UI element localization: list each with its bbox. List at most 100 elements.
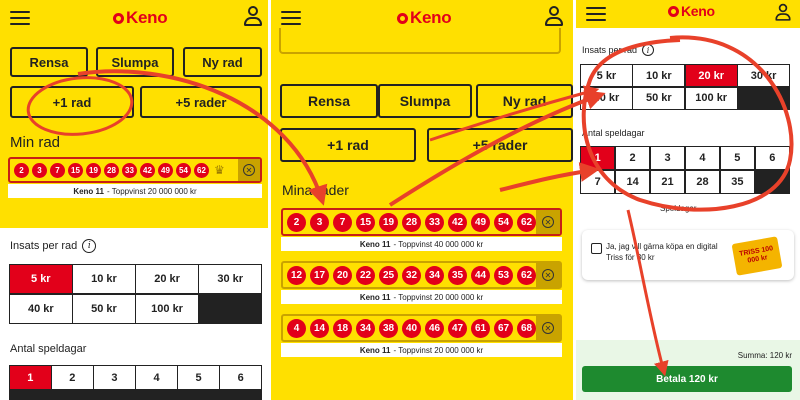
triss-offer-card[interactable]: Ja, jag vill gärna köpa en digital Triss…: [582, 230, 794, 280]
stake-option[interactable]: 30 kr: [199, 265, 261, 294]
stake-option[interactable]: 100 kr: [685, 87, 737, 109]
top-bar: Keno: [576, 0, 800, 28]
day-option[interactable]: 21: [650, 170, 685, 193]
keno-row[interactable]: 2371519283342495462♛✕: [281, 208, 562, 236]
number-ball: 62: [194, 162, 209, 178]
user-icon[interactable]: [244, 6, 262, 30]
row-info: Keno 11- Toppvinst 20 000 000 kr: [281, 343, 562, 357]
info-icon[interactable]: i: [82, 239, 97, 253]
number-ball: 33: [122, 162, 137, 178]
number-ball: 47: [448, 318, 467, 338]
menu-icon[interactable]: [586, 7, 606, 21]
logo-text: Keno: [681, 3, 715, 19]
stake-option[interactable]: 50 kr: [73, 294, 135, 323]
number-ball: 40: [402, 318, 421, 338]
checkout-bar: Summa: 120 kr Betala 120 kr: [576, 340, 800, 400]
remove-row-button[interactable]: ✕: [536, 316, 560, 340]
keno-row[interactable]: 414183438404647616768♛✕: [281, 314, 562, 342]
triss-checkbox[interactable]: [591, 243, 602, 254]
number-ball: 17: [310, 265, 329, 285]
game-name: Keno 11: [359, 345, 391, 355]
user-icon[interactable]: [545, 6, 563, 30]
day-option[interactable]: 35: [720, 170, 755, 193]
stake-option[interactable]: 40 kr: [581, 87, 632, 109]
number-ball: 22: [356, 265, 375, 285]
day-option[interactable]: 14: [615, 170, 650, 193]
day-option[interactable]: 2: [615, 147, 650, 170]
number-ball: 34: [356, 318, 375, 338]
number-ball: 54: [494, 212, 513, 232]
keno-row[interactable]: 1217202225323435445362♛✕: [281, 261, 562, 289]
triss-ticket-image: TRISS 100 000 kr: [731, 236, 783, 276]
day-option[interactable]: 6: [220, 366, 261, 390]
stake-option[interactable]: 5 kr: [581, 65, 632, 87]
day-option[interactable]: 4: [136, 366, 177, 390]
pay-button[interactable]: Betala 120 kr: [582, 366, 792, 392]
days-selector: 1 2 3 4 5 6 7 14 21 28 35: [580, 146, 790, 194]
number-ball: 28: [402, 212, 421, 232]
day-option[interactable]: 3: [650, 147, 685, 170]
new-row-button[interactable]: Ny rad: [476, 84, 573, 118]
number-ball: 42: [448, 212, 467, 232]
add-five-rows-button[interactable]: +5 rader: [427, 128, 573, 162]
random-button[interactable]: Slumpa: [378, 84, 472, 118]
stake-option[interactable]: 30 kr: [738, 65, 789, 87]
stake-option[interactable]: 100 kr: [136, 294, 198, 323]
stake-option[interactable]: 5 kr: [10, 265, 72, 294]
panel-single-row: Keno Rensa Slumpa Ny rad +1 rad +5 rader…: [0, 0, 268, 400]
day-option[interactable]: 1: [10, 366, 51, 390]
stake-option[interactable]: 50 kr: [633, 87, 685, 109]
game-name: Keno 11: [359, 239, 391, 249]
remove-row-button[interactable]: ✕: [238, 159, 260, 181]
day-option[interactable]: 7: [581, 170, 615, 193]
stake-option[interactable]: 20 kr: [136, 265, 198, 294]
clear-button[interactable]: Rensa: [280, 84, 378, 118]
new-row-button[interactable]: Ny rad: [183, 47, 262, 77]
days-selector: 123456: [9, 365, 262, 400]
add-five-rows-button[interactable]: +5 rader: [140, 86, 262, 118]
user-icon[interactable]: [775, 3, 791, 24]
stake-option[interactable]: 10 kr: [73, 265, 135, 294]
menu-icon[interactable]: [281, 11, 301, 25]
number-ball: 2: [287, 212, 306, 232]
number-ball: 3: [32, 162, 47, 178]
keno-logo: Keno: [113, 8, 168, 28]
stake-label: Insats per rad i: [582, 44, 655, 56]
top-prize: - Toppvinst 20 000 000 kr: [393, 345, 484, 355]
keno-row[interactable]: 2 3 7 15 19 28 33 42 49 54 62 ♛ ✕: [8, 157, 262, 183]
number-ball: 25: [379, 265, 398, 285]
keno-logo: Keno: [668, 3, 715, 19]
day-option[interactable]: 2: [52, 366, 93, 390]
day-option[interactable]: 4: [685, 147, 720, 170]
stake-option[interactable]: 20 kr: [685, 65, 737, 87]
info-icon[interactable]: i: [642, 44, 655, 56]
day-option[interactable]: 1: [581, 147, 615, 170]
close-icon: ✕: [542, 322, 554, 334]
day-option[interactable]: 3: [94, 366, 135, 390]
days-label: Antal speldagar: [582, 128, 645, 138]
remove-row-button[interactable]: ✕: [536, 263, 560, 287]
number-ball: 62: [517, 265, 536, 285]
keno-logo: Keno: [397, 8, 452, 28]
number-ball: 46: [425, 318, 444, 338]
number-ball: 62: [517, 212, 536, 232]
number-ball: 28: [104, 162, 119, 178]
day-option[interactable]: 5: [178, 366, 219, 390]
stake-option[interactable]: 10 kr: [633, 65, 685, 87]
clear-button[interactable]: Rensa: [10, 47, 88, 77]
game-name: Keno 11: [359, 292, 391, 302]
number-ball: 53: [494, 265, 513, 285]
stake-option[interactable]: 40 kr: [10, 294, 72, 323]
add-one-row-button[interactable]: +1 rad: [280, 128, 416, 162]
random-button[interactable]: Slumpa: [96, 47, 174, 77]
number-ball: 35: [448, 265, 467, 285]
day-option[interactable]: 28: [685, 170, 720, 193]
row-info: Keno 11- Toppvinst 40 000 000 kr: [281, 237, 562, 251]
remove-row-button[interactable]: ✕: [536, 210, 560, 234]
number-ball: 32: [402, 265, 421, 285]
day-option[interactable]: 5: [720, 147, 755, 170]
number-ball: 15: [68, 162, 83, 178]
add-one-row-button[interactable]: +1 rad: [10, 86, 134, 118]
day-option[interactable]: 6: [755, 147, 789, 170]
menu-icon[interactable]: [10, 11, 30, 25]
